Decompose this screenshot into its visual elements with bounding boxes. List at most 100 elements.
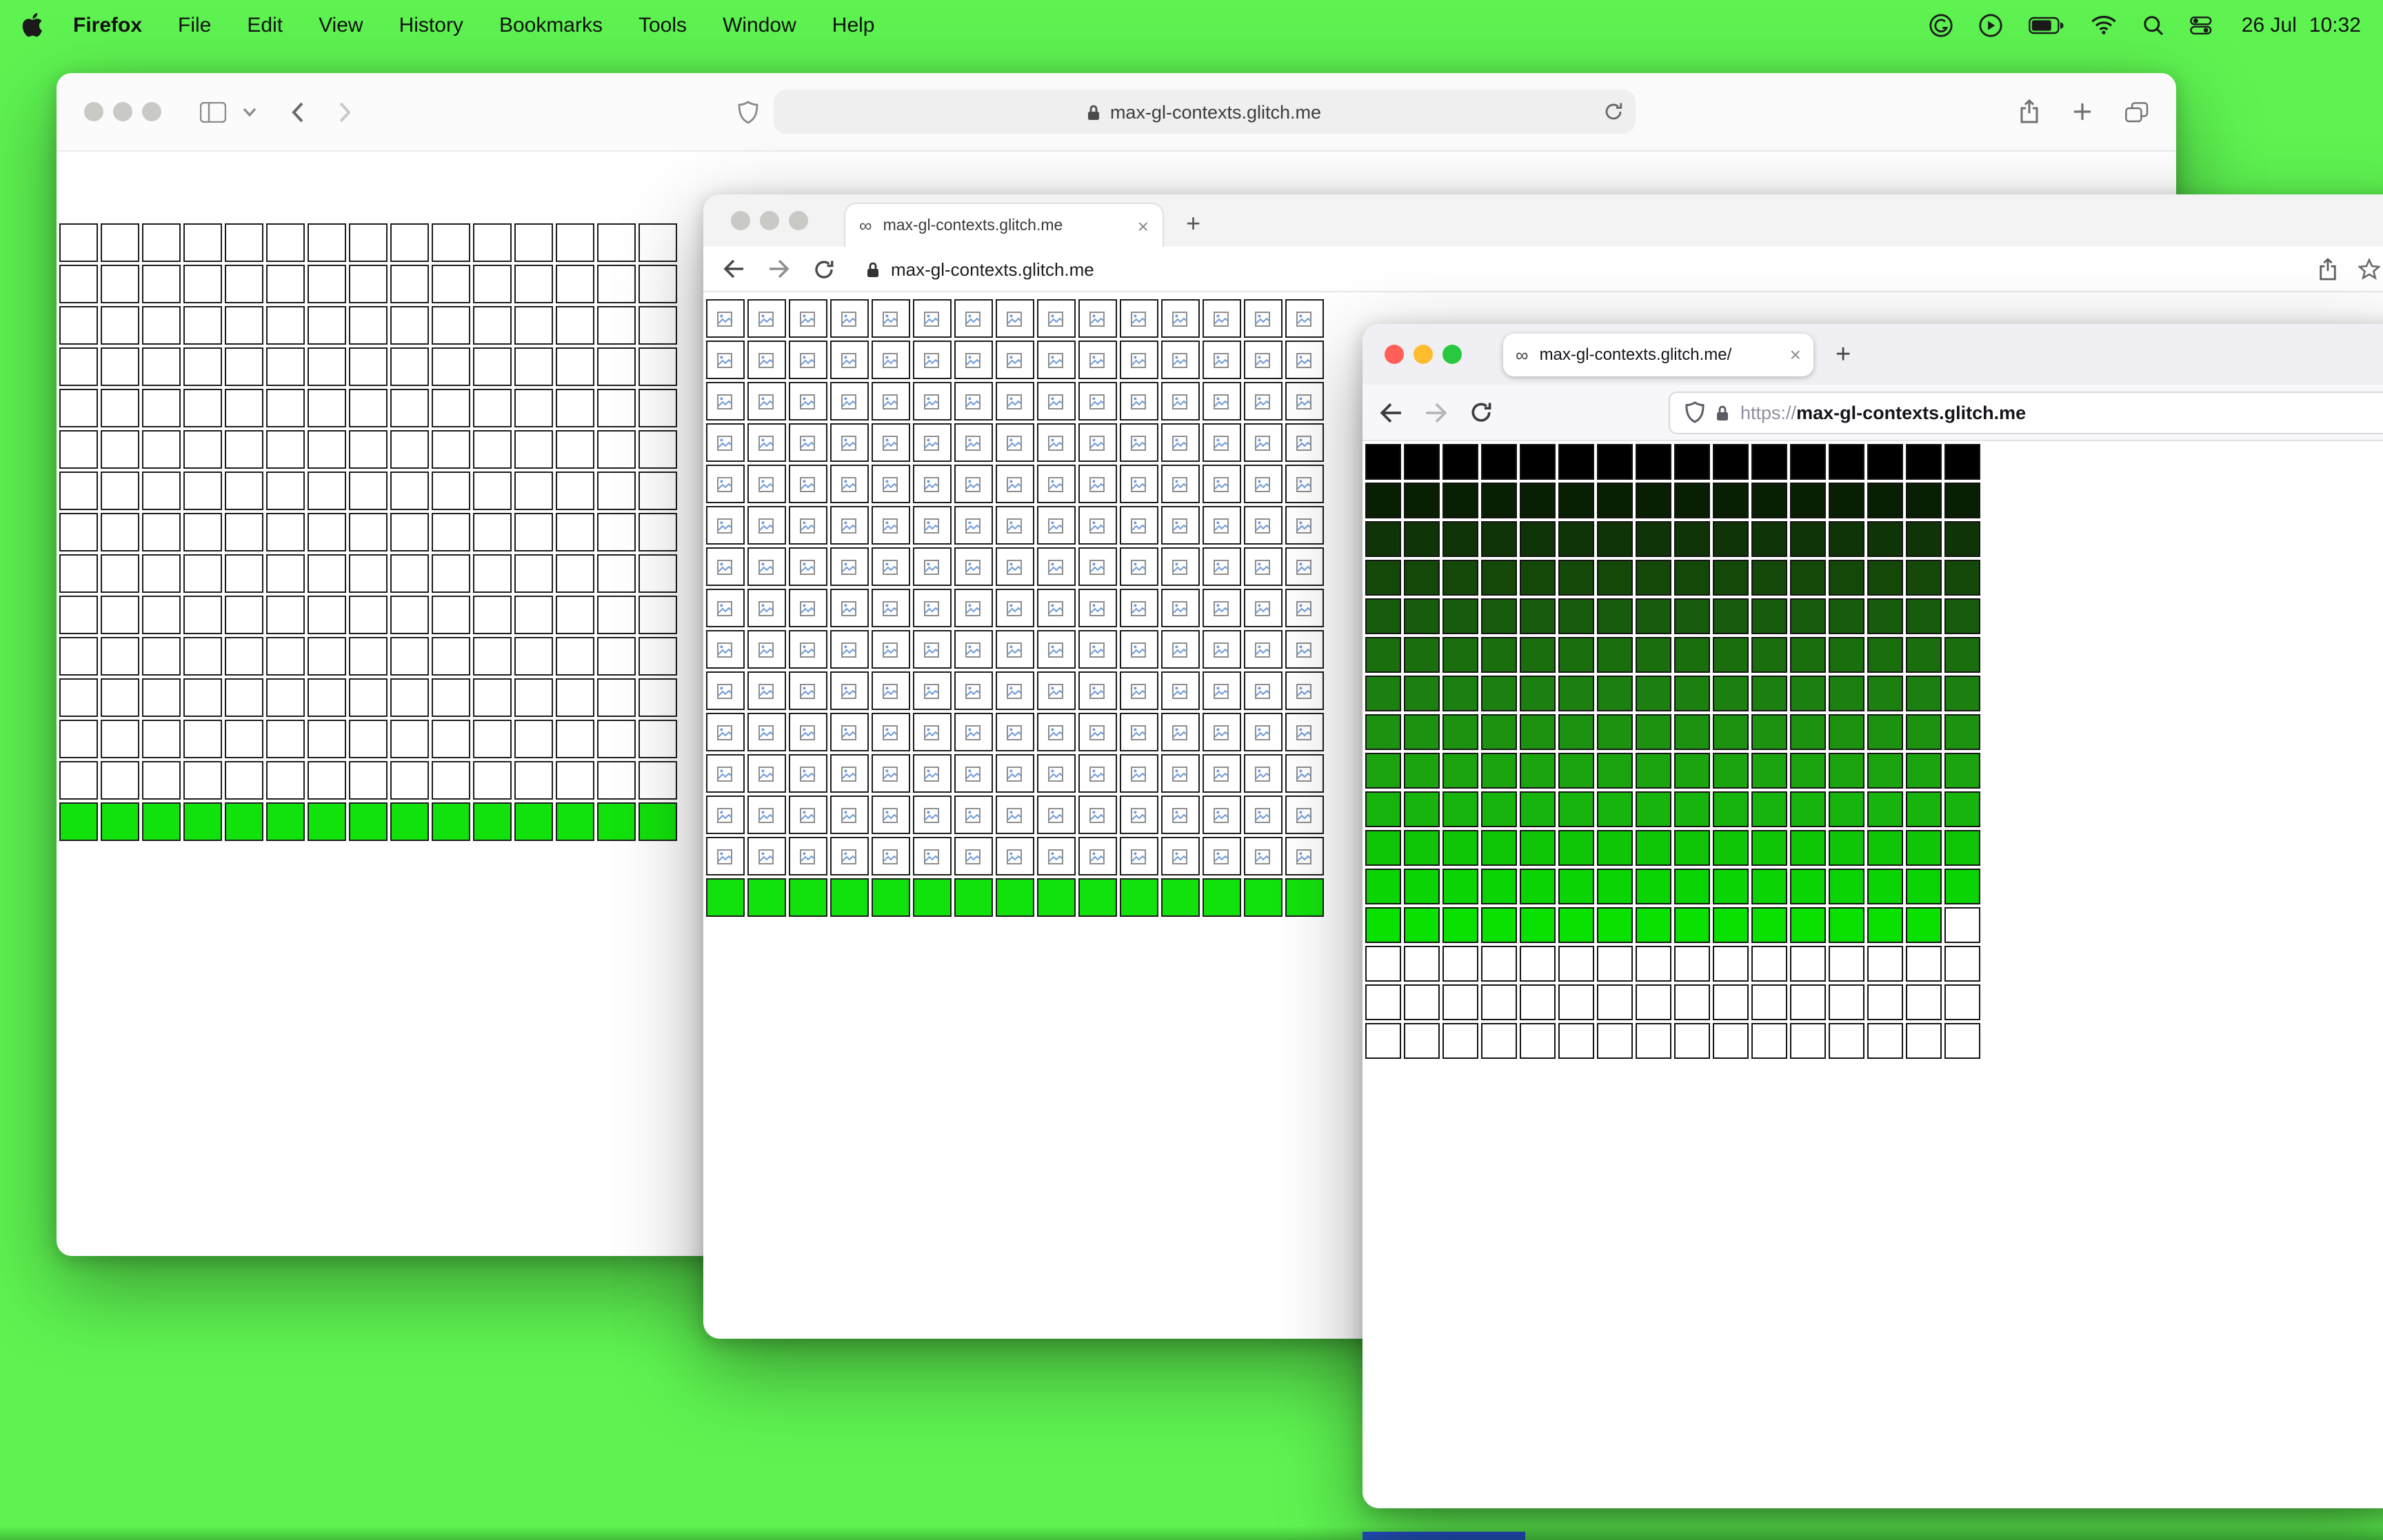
broken-image-icon xyxy=(716,394,732,409)
gl-canvas-cell xyxy=(1597,637,1633,673)
gl-canvas-cell xyxy=(349,347,388,386)
gl-canvas-cell xyxy=(1203,299,1241,338)
broken-image-icon xyxy=(965,600,980,616)
gl-canvas-cell xyxy=(913,299,952,338)
gl-canvas-cell xyxy=(1244,837,1283,875)
close-window-button[interactable] xyxy=(1385,345,1404,364)
gl-canvas-cell xyxy=(1558,984,1594,1020)
gl-canvas-cell xyxy=(59,761,98,800)
bookmark-star-icon[interactable] xyxy=(2358,258,2380,280)
tracking-protection-shield-icon[interactable] xyxy=(1685,401,1705,423)
zoom-window-button[interactable] xyxy=(789,211,808,230)
gl-canvas-cell xyxy=(1867,714,1903,750)
close-window-button[interactable] xyxy=(84,102,103,121)
menu-bookmarks[interactable]: Bookmarks xyxy=(499,13,603,37)
gl-canvas-cell xyxy=(1037,589,1076,627)
share-icon[interactable] xyxy=(2318,257,2337,281)
broken-image-icon xyxy=(841,642,856,657)
tab-bar: ∞ max-gl-contexts.glitch.me/ × + xyxy=(1363,324,2383,385)
menu-file[interactable]: File xyxy=(178,13,211,37)
address-scheme: https:// xyxy=(1740,402,1797,423)
spotlight-search-icon[interactable] xyxy=(2144,14,2164,35)
address-bar[interactable]: max-gl-contexts.glitch.me xyxy=(866,259,1094,279)
close-window-button[interactable] xyxy=(731,211,750,230)
gl-canvas-cell xyxy=(514,347,553,386)
menu-bar-clock[interactable]: 26 Jul 10:32 xyxy=(2242,13,2361,37)
gl-canvas-cell xyxy=(1161,589,1200,627)
gl-canvas-cell xyxy=(789,423,827,462)
gl-canvas-cell xyxy=(1944,907,1980,943)
address-bar[interactable]: https:// max-gl-contexts.glitch.me xyxy=(1669,391,2383,434)
broken-image-icon xyxy=(716,600,732,616)
forward-icon[interactable] xyxy=(338,100,353,123)
browser-tab[interactable]: ∞ max-gl-contexts.glitch.me/ × xyxy=(1503,333,1813,376)
gl-canvas-cell xyxy=(996,382,1034,421)
back-icon[interactable] xyxy=(1379,402,1402,423)
chevron-down-icon[interactable] xyxy=(243,107,257,116)
back-icon[interactable] xyxy=(723,259,745,278)
tab-close-icon[interactable]: × xyxy=(1790,345,1801,364)
broken-image-icon xyxy=(882,642,897,657)
minimize-window-button[interactable] xyxy=(1414,345,1433,364)
menu-window[interactable]: Window xyxy=(723,13,796,37)
menu-help[interactable]: Help xyxy=(832,13,875,37)
gl-canvas-cell xyxy=(1790,676,1826,711)
browser-tab[interactable]: ∞ max-gl-contexts.glitch.me × xyxy=(844,203,1164,247)
new-tab-button[interactable]: + xyxy=(1836,341,1851,367)
forward-icon[interactable] xyxy=(1425,402,1448,423)
reload-icon[interactable] xyxy=(1470,401,1492,423)
broken-image-icon xyxy=(1130,394,1145,409)
minimize-window-button[interactable] xyxy=(760,211,779,230)
apple-menu-icon[interactable] xyxy=(22,12,43,37)
gl-canvas-cell xyxy=(1790,598,1826,634)
menu-history[interactable]: History xyxy=(399,13,463,37)
wifi-icon[interactable] xyxy=(2091,15,2118,34)
gl-canvas-cell xyxy=(1790,869,1826,904)
broken-image-icon xyxy=(1089,849,1104,864)
tab-close-icon[interactable]: × xyxy=(1138,216,1149,235)
gl-canvas-cell xyxy=(1674,984,1710,1020)
gl-canvas-cell xyxy=(556,720,594,758)
reload-icon[interactable] xyxy=(814,259,834,279)
sidebar-icon[interactable] xyxy=(200,101,226,122)
share-icon[interactable] xyxy=(2019,99,2040,124)
grammarly-icon[interactable] xyxy=(1930,13,1953,37)
playback-icon[interactable] xyxy=(1980,13,2003,37)
broken-image-icon xyxy=(923,559,938,574)
gl-canvas-cell xyxy=(1161,423,1200,462)
tab-overview-icon[interactable] xyxy=(2125,101,2149,122)
forward-icon[interactable] xyxy=(768,259,790,278)
broken-image-icon xyxy=(965,394,980,409)
gl-canvas-cell xyxy=(1520,869,1556,904)
gl-canvas-cell xyxy=(789,796,827,834)
menu-tools[interactable]: Tools xyxy=(639,13,687,37)
broken-image-icon xyxy=(716,518,732,533)
control-center-icon[interactable] xyxy=(2191,14,2213,35)
minimize-window-button[interactable] xyxy=(113,102,132,121)
back-icon[interactable] xyxy=(290,100,305,123)
menu-edit[interactable]: Edit xyxy=(247,13,283,37)
broken-image-icon xyxy=(799,807,814,822)
lock-icon[interactable] xyxy=(1716,403,1729,421)
gl-canvas-cell xyxy=(1906,830,1942,866)
active-app-name[interactable]: Firefox xyxy=(73,13,142,37)
new-tab-icon[interactable] xyxy=(2073,102,2092,121)
gl-canvas-cell xyxy=(1161,754,1200,793)
reload-icon[interactable] xyxy=(1603,102,1622,121)
gl-canvas-cell xyxy=(1481,598,1517,634)
menu-view[interactable]: View xyxy=(319,13,363,37)
zoom-window-button[interactable] xyxy=(1442,345,1462,364)
new-tab-button[interactable]: + xyxy=(1186,211,1200,236)
battery-icon[interactable] xyxy=(2029,16,2065,34)
gl-canvas-cell xyxy=(1203,713,1241,751)
gl-canvas-cell xyxy=(1078,382,1117,421)
gl-canvas-cell xyxy=(1713,869,1749,904)
broken-image-icon xyxy=(1296,849,1311,864)
address-bar[interactable]: max-gl-contexts.glitch.me xyxy=(773,90,1635,134)
gl-canvas-cell xyxy=(225,720,263,758)
broken-image-icon xyxy=(1172,807,1187,822)
privacy-shield-icon[interactable] xyxy=(737,100,758,123)
gl-canvas-cell xyxy=(1867,753,1903,789)
zoom-window-button[interactable] xyxy=(142,102,161,121)
broken-image-icon xyxy=(1296,518,1311,533)
